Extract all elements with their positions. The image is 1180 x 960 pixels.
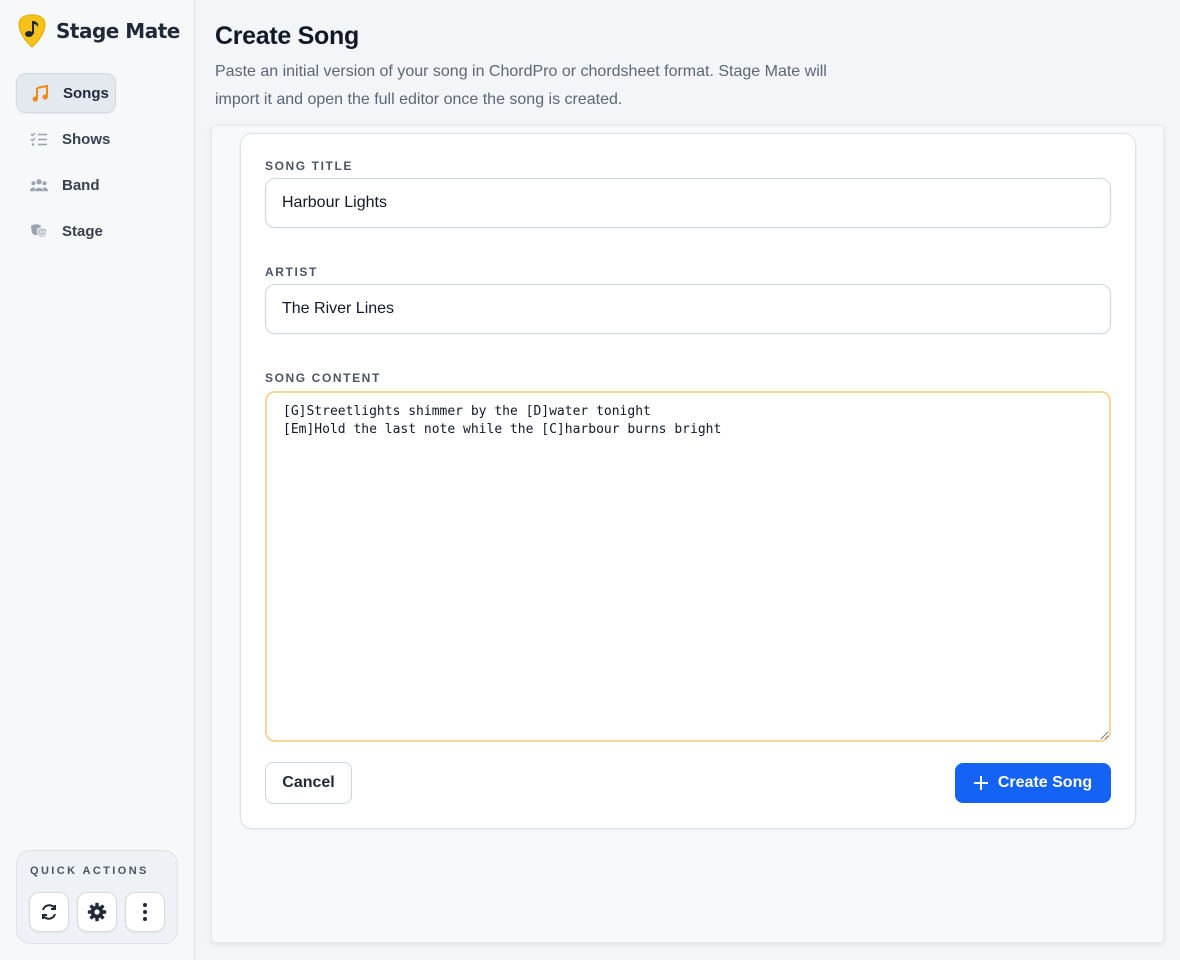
artist-label: ARTIST — [265, 265, 318, 279]
refresh-icon — [42, 904, 56, 920]
sidebar: Stage Mate Songs Shows Band Stage QUICK … — [0, 0, 195, 960]
song-title-label: SONG TITLE — [265, 159, 353, 173]
page-subtitle: Paste an initial version of your song in… — [215, 63, 827, 108]
sidebar-item-label: Songs — [63, 84, 109, 102]
theater-masks-icon — [30, 222, 48, 240]
users-icon — [30, 176, 48, 194]
more-button[interactable] — [125, 892, 165, 932]
artist-input[interactable] — [265, 284, 1111, 334]
sidebar-item-songs[interactable]: Songs — [16, 73, 116, 113]
song-title-input[interactable] — [265, 178, 1111, 228]
refresh-button[interactable] — [29, 892, 69, 932]
quick-actions-title: QUICK ACTIONS — [30, 865, 149, 877]
plus-icon — [973, 776, 988, 790]
create-song-button[interactable]: Create Song — [955, 763, 1111, 803]
brand[interactable]: Stage Mate — [18, 14, 180, 48]
sidebar-item-label: Stage — [62, 222, 103, 240]
settings-button[interactable] — [77, 892, 117, 932]
sidebar-item-band[interactable]: Band — [16, 165, 180, 205]
song-content-textarea[interactable] — [265, 391, 1111, 742]
guitar-pick-music-note-icon — [18, 14, 46, 48]
app-name: Stage Mate — [56, 19, 180, 43]
music-note-icon — [31, 84, 49, 102]
cancel-button[interactable]: Cancel — [265, 762, 352, 804]
sidebar-item-label: Band — [62, 176, 100, 194]
sidebar-nav: Songs Shows Band Stage — [16, 73, 180, 257]
page-title: Create Song — [215, 22, 359, 50]
create-song-label: Create Song — [997, 774, 1093, 791]
gear-icon — [87, 902, 107, 922]
sidebar-item-stage[interactable]: Stage — [16, 211, 180, 251]
quick-actions-panel: QUICK ACTIONS — [16, 850, 178, 944]
sidebar-item-label: Shows — [62, 130, 111, 148]
sidebar-item-shows[interactable]: Shows — [16, 119, 180, 159]
more-vertical-icon — [143, 903, 147, 921]
song-content-label: SONG CONTENT — [265, 371, 381, 385]
checklist-icon — [30, 130, 48, 148]
